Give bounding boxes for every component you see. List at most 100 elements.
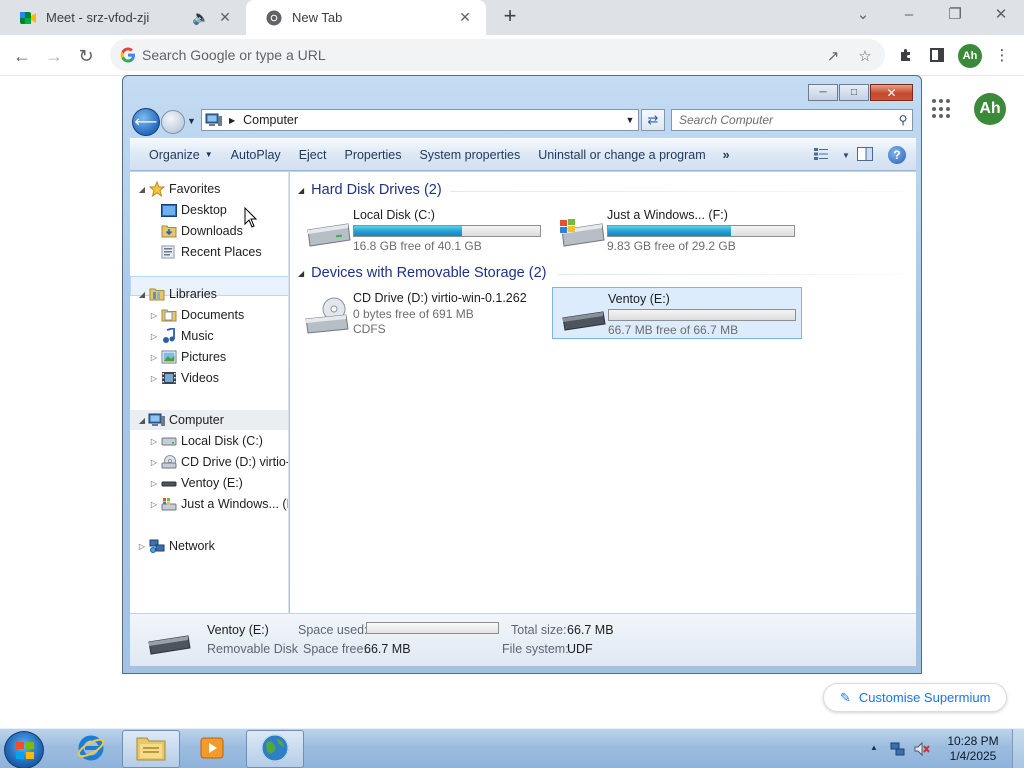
autoplay-button[interactable]: AutoPlay	[222, 143, 290, 167]
reload-icon[interactable]: ↻	[72, 42, 100, 70]
nav-pictures[interactable]: ▷ Pictures	[148, 347, 288, 367]
folder-icon	[135, 734, 167, 765]
nav-network[interactable]: ▷ Network	[136, 536, 288, 556]
organize-button[interactable]: Organize ▼	[140, 143, 222, 167]
search-input[interactable]	[672, 111, 894, 129]
collapsed-triangle-icon[interactable]: ▷	[148, 332, 160, 341]
nav-videos[interactable]: ▷ Videos	[148, 368, 288, 388]
taskbar-windows-explorer[interactable]	[122, 730, 180, 768]
hard-drive-icon	[304, 214, 352, 250]
system-properties-button[interactable]: System properties	[410, 143, 529, 167]
close-tab-icon[interactable]: ✕	[216, 9, 234, 26]
drive-ventoy-e[interactable]: Ventoy (E:) 66.7 MB free of 66.7 MB	[552, 287, 802, 339]
nav-computer[interactable]: ◢ Computer	[130, 410, 288, 430]
back-arrow-icon[interactable]: ←	[8, 42, 36, 70]
group-header-removable[interactable]: ◢ Devices with Removable Storage (2)	[298, 263, 546, 283]
nav-just-a-windows-f[interactable]: ▷ Just a Windows... (F:	[148, 494, 288, 514]
collapsed-triangle-icon[interactable]: ▷	[148, 458, 160, 467]
preview-pane-button[interactable]	[850, 144, 880, 166]
expanded-triangle-icon[interactable]: ◢	[298, 269, 304, 278]
drive-cd-drive-d[interactable]: CD Drive (D:) virtio-win-0.1.262 0 bytes…	[298, 287, 548, 339]
taskbar-internet-explorer[interactable]	[62, 730, 120, 768]
profile-avatar[interactable]: Ah	[958, 44, 982, 68]
help-icon[interactable]: ?	[888, 146, 906, 164]
volume-muted-icon[interactable]	[914, 741, 930, 757]
forward-arrow-icon[interactable]	[161, 110, 185, 134]
search-icon[interactable]: ⚲	[894, 113, 912, 127]
omnibox-input[interactable]	[142, 45, 792, 65]
close-window-icon[interactable]: ✕	[986, 4, 1016, 28]
collapsed-triangle-icon[interactable]: ▷	[148, 500, 160, 509]
address-dropdown-icon[interactable]: ▼	[622, 115, 638, 125]
properties-button[interactable]: Properties	[335, 143, 410, 167]
nav-favorites[interactable]: ◢ Favorites	[136, 179, 288, 199]
expanded-triangle-icon[interactable]: ◢	[298, 186, 304, 195]
address-bar[interactable]: ▶ Computer ▼	[201, 109, 639, 131]
collapsed-triangle-icon[interactable]: ▷	[148, 479, 160, 488]
minimize-icon[interactable]: –	[894, 4, 924, 28]
nav-documents[interactable]: ▷ Documents	[148, 305, 288, 325]
forward-arrow-icon[interactable]: →	[40, 42, 68, 70]
network-icon	[148, 538, 166, 554]
cd-drive-icon	[160, 454, 178, 470]
collapsed-triangle-icon[interactable]: ▷	[148, 353, 160, 362]
search-box[interactable]: ⚲	[671, 109, 913, 131]
expanded-triangle-icon[interactable]: ◢	[136, 185, 148, 194]
nav-label: Favorites	[169, 182, 221, 196]
tab-new-tab[interactable]: New Tab ✕	[246, 0, 486, 35]
eject-button[interactable]: Eject	[290, 143, 336, 167]
maximize-icon[interactable]: □	[839, 84, 869, 101]
speaker-icon[interactable]: 🔈	[192, 9, 210, 26]
group-header-hard-disks[interactable]: ◢ Hard Disk Drives (2)	[298, 180, 442, 200]
close-tab-icon[interactable]: ✕	[456, 9, 474, 26]
tab-search-chevron-icon[interactable]: ⌄	[848, 4, 878, 28]
nav-cd-drive-d[interactable]: ▷ CD Drive (D:) virtio-w	[148, 452, 288, 472]
show-hidden-icons-arrow[interactable]: ▲	[870, 743, 878, 752]
drive-local-disk-c[interactable]: Local Disk (C:) 16.8 GB free of 40.1 GB	[298, 204, 548, 256]
nav-recent-places[interactable]: Recent Places	[148, 242, 288, 262]
recent-pages-dropdown-icon[interactable]: ▼	[187, 116, 196, 126]
show-desktop-button[interactable]	[1012, 729, 1024, 768]
collapsed-triangle-icon[interactable]: ▷	[148, 374, 160, 383]
start-button[interactable]	[4, 731, 44, 768]
back-arrow-icon[interactable]: ⟵	[132, 108, 160, 136]
nav-downloads[interactable]: Downloads	[148, 221, 288, 241]
network-tray-icon[interactable]	[890, 741, 906, 757]
collapsed-triangle-icon[interactable]: ▷	[148, 311, 160, 320]
customise-button[interactable]: ✎ Customise Supermium	[823, 683, 1007, 712]
minimize-icon[interactable]: ─	[808, 84, 838, 101]
share-icon[interactable]: ↗	[822, 45, 844, 67]
content-pane: ◢ Hard Disk Drives (2) Local Disk (C:) 1…	[290, 172, 916, 613]
account-avatar[interactable]: Ah	[974, 93, 1006, 125]
nav-desktop[interactable]: Desktop	[148, 200, 288, 220]
taskbar-media-player[interactable]	[183, 730, 241, 768]
change-view-button[interactable]: ▼	[814, 144, 850, 166]
uninstall-program-button[interactable]: Uninstall or change a program	[529, 143, 714, 167]
nav-music[interactable]: ▷ Music	[148, 326, 288, 346]
customise-label: Customise Supermium	[858, 690, 991, 705]
restore-icon[interactable]: ❐	[940, 4, 970, 28]
collapsed-triangle-icon[interactable]: ▷	[148, 437, 160, 446]
drive-just-a-windows-f[interactable]: Just a Windows... (F:) 9.83 GB free of 2…	[552, 204, 802, 256]
bookmark-star-icon[interactable]: ☆	[854, 45, 876, 67]
taskbar-chrome[interactable]	[246, 730, 304, 768]
refresh-icon[interactable]: ⇄	[641, 109, 665, 131]
google-apps-grid-icon[interactable]	[932, 99, 952, 119]
omnibox[interactable]: ↗ ☆	[110, 39, 885, 71]
extensions-puzzle-icon[interactable]	[894, 43, 918, 67]
nav-ventoy-e[interactable]: ▷ Ventoy (E:)	[148, 473, 288, 493]
system-clock[interactable]: 10:28 PM 1/4/2025	[940, 734, 1006, 764]
more-commands-button[interactable]: »	[715, 143, 738, 167]
expanded-triangle-icon[interactable]: ◢	[136, 290, 148, 299]
new-tab-plus-icon[interactable]: +	[497, 4, 523, 30]
breadcrumb-arrow-icon[interactable]: ▶	[229, 116, 235, 125]
nav-local-disk-c[interactable]: ▷ Local Disk (C:)	[148, 431, 288, 451]
tab-meet[interactable]: Meet - srz-vfod-zji 🔈 ✕	[0, 0, 246, 35]
side-panel-icon[interactable]	[925, 43, 949, 67]
close-icon[interactable]: ✕	[870, 84, 913, 101]
libraries-icon	[148, 286, 166, 302]
collapsed-triangle-icon[interactable]: ▷	[136, 542, 148, 551]
menu-kebab-icon[interactable]: ⋮	[990, 43, 1014, 67]
expanded-triangle-icon[interactable]: ◢	[136, 416, 148, 425]
nav-libraries[interactable]: ◢ Libraries	[136, 284, 288, 304]
